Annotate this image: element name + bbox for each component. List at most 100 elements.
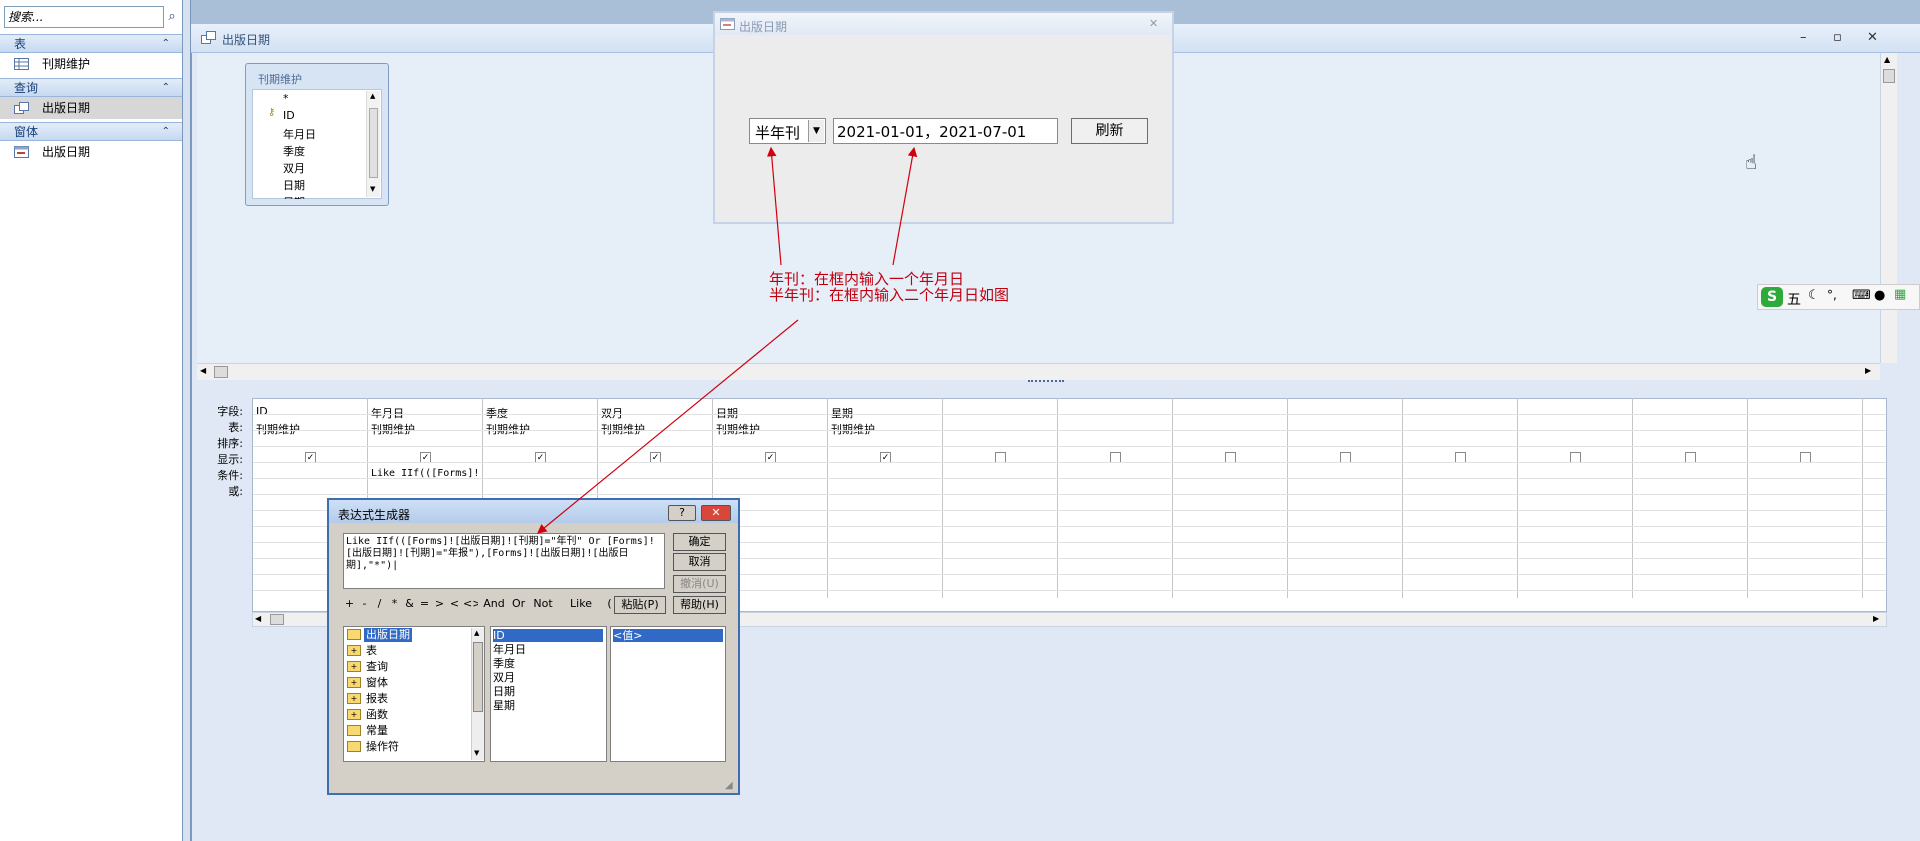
scroll-up-icon[interactable]: ▲ xyxy=(370,92,375,100)
nav-item-table[interactable]: 刊期维护 xyxy=(0,53,182,75)
grid-icon[interactable]: ▦ xyxy=(1894,287,1906,302)
cancel-button[interactable]: 取消 xyxy=(673,553,726,571)
search-icon[interactable]: ⌕ xyxy=(164,6,180,28)
close-icon[interactable]: ✕ xyxy=(701,505,731,521)
operator-button[interactable]: < xyxy=(448,596,461,614)
refresh-button[interactable]: 刷新 xyxy=(1071,118,1148,144)
field-item[interactable]: 星期 xyxy=(283,194,323,199)
scroll-right-icon[interactable]: ▶ xyxy=(1873,614,1879,623)
value-item[interactable]: <值> xyxy=(613,629,723,642)
pane-splitter[interactable] xyxy=(183,0,191,841)
moon-icon[interactable]: ☾ xyxy=(1808,288,1820,303)
operator-button[interactable]: And xyxy=(478,596,510,614)
nav-item-query[interactable]: 出版日期 xyxy=(0,97,182,119)
help-button[interactable]: 帮助(H) xyxy=(673,596,726,614)
grid-column[interactable] xyxy=(1058,398,1173,598)
nav-group-tables[interactable]: 表 ⌃ xyxy=(0,34,182,53)
scroll-thumb[interactable] xyxy=(214,366,228,378)
scroll-left-icon[interactable]: ◀ xyxy=(200,366,206,375)
operator-button[interactable]: - xyxy=(358,596,371,614)
operator-button[interactable]: = xyxy=(418,596,431,614)
keyboard-icon[interactable]: ⌨ xyxy=(1852,288,1871,303)
field-cell[interactable]: 星期 xyxy=(831,405,853,421)
search-input[interactable]: 搜索... xyxy=(4,6,164,28)
operator-button[interactable]: / xyxy=(373,596,386,614)
grid-column[interactable] xyxy=(1403,398,1518,598)
tree-item[interactable]: 操作符 xyxy=(364,740,401,754)
close-button[interactable]: ✕ xyxy=(1867,30,1878,45)
punctuation-icon[interactable]: °, xyxy=(1827,288,1837,302)
table-cell[interactable]: 刊期维护 xyxy=(371,421,415,437)
operator-button[interactable]: Like xyxy=(561,596,601,614)
field-item[interactable]: 日期 xyxy=(283,177,305,193)
user-icon[interactable]: ● xyxy=(1874,288,1885,303)
element-item[interactable]: 年月日 xyxy=(493,643,603,656)
operator-button[interactable]: Not xyxy=(527,596,559,614)
element-item[interactable]: 双月 xyxy=(493,671,603,684)
scroll-right-icon[interactable]: ▶ xyxy=(1865,366,1871,375)
scroll-left-icon[interactable]: ◀ xyxy=(255,614,261,623)
minimize-button[interactable]: – xyxy=(1800,30,1807,45)
element-item[interactable]: 季度 xyxy=(493,657,603,670)
tree-item[interactable]: 出版日期 xyxy=(364,628,412,642)
field-cell[interactable]: 日期 xyxy=(716,405,738,421)
operator-button[interactable]: <> xyxy=(463,596,481,614)
grid-column[interactable] xyxy=(1518,398,1633,598)
collapse-icon[interactable]: ⌃ xyxy=(162,79,170,97)
element-item[interactable]: 星期 xyxy=(493,699,603,712)
horizontal-scrollbar[interactable]: ◀ ▶ xyxy=(197,363,1880,380)
splitter-handle[interactable] xyxy=(1028,380,1064,386)
operator-button[interactable]: & xyxy=(403,596,416,614)
scroll-down-icon[interactable]: ▼ xyxy=(474,749,479,757)
vertical-scrollbar[interactable]: ▲ ▼ xyxy=(366,91,380,197)
operator-button[interactable]: > xyxy=(433,596,446,614)
nav-group-forms[interactable]: 窗体 ⌃ xyxy=(0,122,182,141)
operator-button[interactable]: Or xyxy=(512,596,525,614)
collapse-icon[interactable]: ⌃ xyxy=(162,35,170,53)
operator-button[interactable]: + xyxy=(343,596,356,614)
tree-item[interactable]: 常量 xyxy=(364,724,390,738)
maximize-button[interactable]: ▫ xyxy=(1833,30,1842,45)
tree-item[interactable]: 窗体 xyxy=(364,676,390,690)
field-cell[interactable]: 季度 xyxy=(486,405,508,421)
vertical-scrollbar[interactable]: ▲ ▼ xyxy=(471,628,484,760)
element-item[interactable]: ID xyxy=(493,629,603,642)
tree-item[interactable]: 查询 xyxy=(364,660,390,674)
expression-textbox[interactable]: Like IIf(([Forms]![出版日期]![刊期]="年刊" Or [F… xyxy=(343,533,665,589)
tree-item[interactable]: 函数 xyxy=(364,708,390,722)
scroll-down-icon[interactable]: ▼ xyxy=(370,185,375,193)
scroll-up-icon[interactable]: ▲ xyxy=(1884,55,1890,64)
field-cell[interactable]: ID xyxy=(256,405,268,418)
collapse-icon[interactable]: ⌃ xyxy=(162,123,170,141)
field-cell[interactable]: 双月 xyxy=(601,405,623,421)
element-item[interactable]: 日期 xyxy=(493,685,603,698)
field-item[interactable]: 双月 xyxy=(283,160,305,176)
scroll-thumb[interactable] xyxy=(473,642,483,712)
nav-group-queries[interactable]: 查询 ⌃ xyxy=(0,78,182,97)
table-cell[interactable]: 刊期维护 xyxy=(831,421,875,437)
scroll-thumb[interactable] xyxy=(1883,69,1895,83)
field-item[interactable]: 年月日 xyxy=(283,126,316,142)
resize-grip-icon[interactable]: ◢ xyxy=(725,780,733,791)
undo-button[interactable]: 撤消(U) xyxy=(673,575,726,593)
close-icon[interactable]: ✕ xyxy=(1149,17,1158,30)
value-list[interactable] xyxy=(610,626,726,762)
grid-column[interactable] xyxy=(1173,398,1288,598)
grid-column[interactable] xyxy=(1288,398,1403,598)
vertical-scrollbar[interactable]: ▲ xyxy=(1880,53,1897,363)
table-cell[interactable]: 刊期维护 xyxy=(486,421,530,437)
table-cell[interactable]: 刊期维护 xyxy=(256,421,300,437)
nav-item-form[interactable]: 出版日期 xyxy=(0,141,182,163)
paste-button[interactable]: 粘贴(P) xyxy=(614,596,666,614)
tree-item[interactable]: 报表 xyxy=(364,692,390,706)
ime-mode[interactable]: 五 xyxy=(1787,289,1801,309)
field-item[interactable]: * xyxy=(283,92,289,105)
table-cell[interactable]: 刊期维护 xyxy=(716,421,760,437)
grid-column[interactable] xyxy=(943,398,1058,598)
scroll-thumb[interactable] xyxy=(270,614,284,625)
table-cell[interactable]: 刊期维护 xyxy=(601,421,645,437)
field-item[interactable]: 季度 xyxy=(283,143,305,159)
help-icon[interactable]: ? xyxy=(668,505,696,521)
grid-column[interactable] xyxy=(1748,398,1863,598)
scroll-thumb[interactable] xyxy=(369,108,378,178)
